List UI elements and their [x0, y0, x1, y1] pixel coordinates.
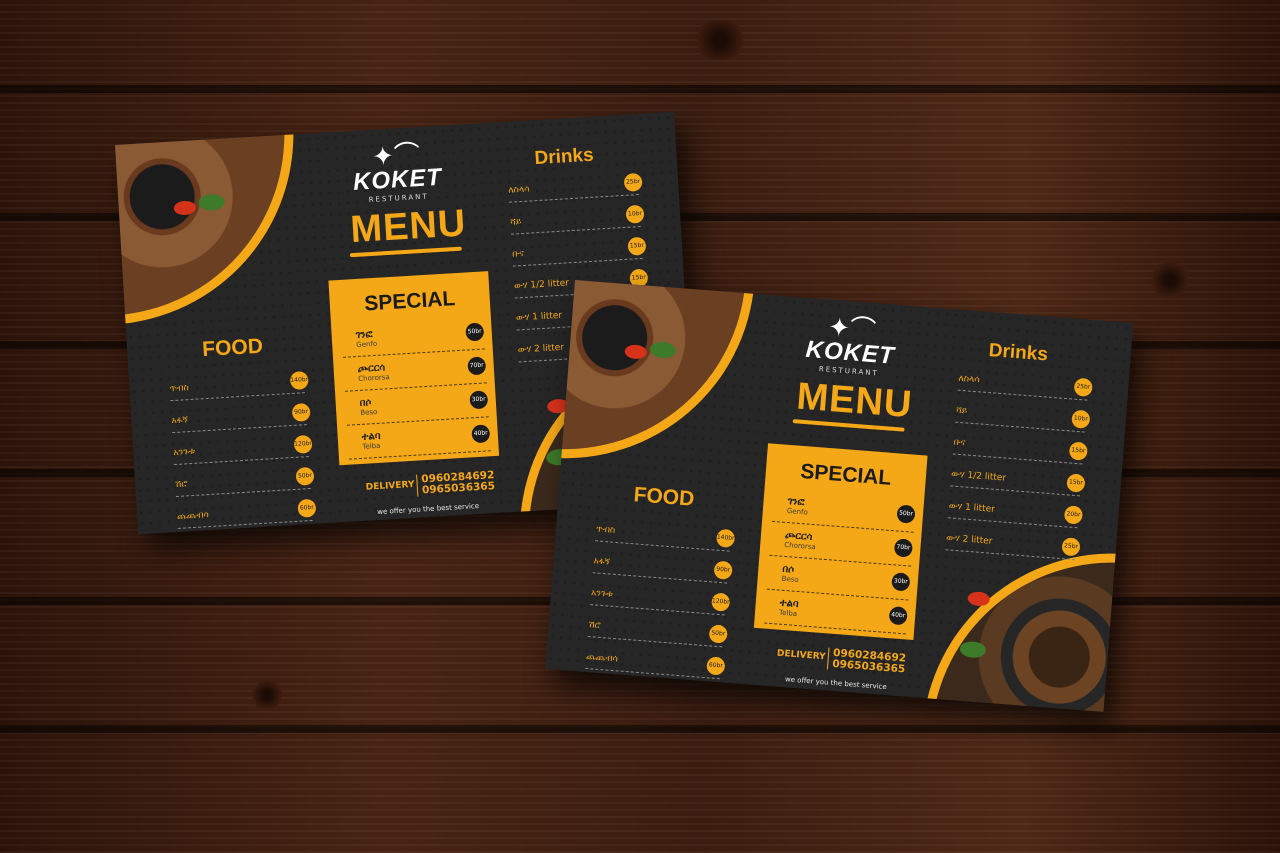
brand-name: KOKET — [352, 163, 443, 196]
special-title: SPECIAL — [363, 287, 456, 316]
price-badge: 30br — [891, 572, 911, 592]
wood-knot — [690, 20, 750, 60]
price-badge: 30br — [469, 390, 489, 410]
price-badge: 50br — [465, 322, 485, 342]
phone-numbers: 0960284692 0965036365 — [421, 469, 496, 497]
food-title: FOOD — [632, 483, 696, 511]
menu-sheet-front: ✦⌒ KOKET RESTURANT MENU SPECIAL ገንፎ Genf… — [545, 280, 1134, 712]
price-badge: 50br — [896, 504, 916, 524]
price-badge: 40br — [471, 424, 491, 444]
special-item: ተልባ Telba 40br — [347, 417, 491, 460]
wood-knot — [250, 680, 284, 710]
special-box: SPECIAL ገንፎ Genfo 50br ጮርርሳ Chororsa 70b… — [328, 271, 500, 466]
drinks-title: Drinks — [988, 339, 1049, 366]
price-badge: 70br — [893, 538, 914, 558]
menu-title: MENU — [349, 202, 468, 252]
drinks-title: Drinks — [533, 144, 595, 170]
special-title: SPECIAL — [799, 459, 893, 490]
restaurant-logo: ✦⌒ KOKET RESTURANT — [799, 313, 903, 380]
special-box: SPECIAL ገንፎ Genfo 50br ጮርርሳ Chororsa 70b… — [753, 443, 928, 641]
price-badge: 40br — [888, 606, 908, 626]
wood-knot — [1150, 260, 1190, 300]
price-badge: 70br — [467, 356, 487, 376]
restaurant-logo: ✦⌒ KOKET RESTURANT — [346, 140, 449, 205]
food-title: FOOD — [201, 334, 264, 362]
